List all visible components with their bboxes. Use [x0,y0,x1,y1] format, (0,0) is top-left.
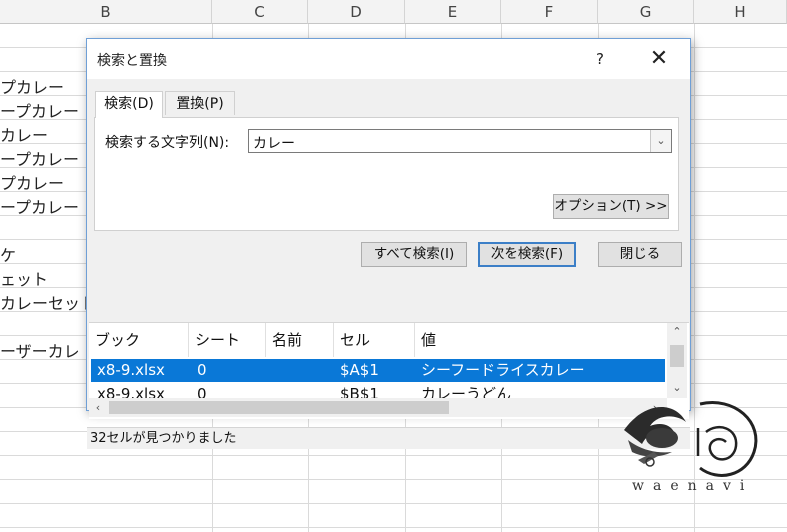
cell-b3[interactable]: ープカレー [0,98,79,122]
result-value: シーフードライスカレー [421,361,585,379]
result-row[interactable]: x8-9.xlsx 0 $B$1 カレーうどん [91,383,665,398]
result-row[interactable]: x8-9.xlsx 0 $A$1 シーフードライスカレー [91,359,665,382]
column-header-h[interactable]: H [694,0,787,24]
cell-b6[interactable]: プカレー [0,170,64,194]
find-tab-panel: 検索する文字列(N): カレー ⌄ オプション(T) >> [94,117,679,231]
cell-b9[interactable]: ケ [0,242,16,266]
search-label: 検索する文字列(N): [105,135,230,151]
cell-b10[interactable]: ェット [0,266,48,290]
cell-b4[interactable]: カレー [0,122,48,146]
cell-b13[interactable]: ーザーカレ [0,338,80,362]
search-input[interactable]: カレー ⌄ [248,129,672,153]
close-button[interactable]: 閉じる [598,242,682,267]
search-input-value[interactable]: カレー [253,133,295,153]
column-header-cell[interactable]: セル [334,323,415,357]
result-cell: $A$1 [340,361,379,379]
cell-b5[interactable]: ープカレー [0,146,79,170]
dialog-titlebar[interactable]: 検索と置換 ? ✕ [87,39,690,79]
scroll-up-icon[interactable]: ⌃ [667,323,687,341]
result-value: カレーうどん [421,385,512,398]
cell-b2[interactable]: プカレー [0,74,64,98]
options-button[interactable]: オプション(T) >> [553,194,669,219]
close-icon[interactable]: ✕ [643,45,675,73]
find-replace-dialog: 検索と置換 ? ✕ 検索(D) 置換(P) 検索する文字列(N): カレー ⌄ … [86,38,691,449]
column-header-d[interactable]: D [308,0,405,24]
result-cell: $B$1 [340,385,379,398]
vertical-scroll-thumb[interactable] [670,345,684,367]
column-header-b[interactable]: B [0,0,212,24]
result-sheet: 0 [197,385,207,398]
horizontal-scrollbar[interactable]: ‹ › [89,398,667,417]
chevron-down-icon[interactable]: ⌄ [650,130,671,152]
scroll-left-icon[interactable]: ‹ [89,398,107,417]
column-header-f[interactable]: F [501,0,598,24]
dialog-body: 検索(D) 置換(P) 検索する文字列(N): カレー ⌄ オプション(T) >… [87,79,690,449]
column-header-c[interactable]: C [212,0,308,24]
results-list[interactable]: ブック シート 名前 セル 値 x8-9.xlsx 0 $A$1 シーフードライ… [89,322,689,419]
watermark-text: waenavi [632,478,754,494]
horizontal-scroll-thumb[interactable] [109,401,449,414]
cell-b7[interactable]: ープカレー [0,194,79,218]
vertical-scrollbar[interactable]: ⌃ ⌄ [667,323,687,398]
column-header-sheet[interactable]: シート [189,323,266,357]
result-sheet: 0 [197,361,207,379]
tab-find[interactable]: 検索(D) [95,91,163,118]
dialog-title: 検索と置換 [97,53,167,69]
results-header: ブック シート 名前 セル 値 [89,323,667,357]
waenavi-logo [624,401,758,477]
status-bar: 32セルが見つかりました [87,427,690,449]
help-button[interactable]: ? [587,48,613,70]
column-header-name[interactable]: 名前 [266,323,334,357]
cell-b11[interactable]: カレーセット [0,290,96,314]
tab-replace[interactable]: 置換(P) [165,91,235,115]
column-header-e[interactable]: E [405,0,501,24]
column-header-value[interactable]: 値 [415,323,667,357]
grid-line [0,527,787,528]
grid-line [0,503,787,504]
column-header-book[interactable]: ブック [89,323,189,357]
result-book: x8-9.xlsx [97,385,165,398]
find-all-button[interactable]: すべて検索(I) [361,242,467,267]
find-next-button[interactable]: 次を検索(F) [478,242,576,267]
result-book: x8-9.xlsx [97,361,165,379]
column-header-g[interactable]: G [598,0,694,24]
